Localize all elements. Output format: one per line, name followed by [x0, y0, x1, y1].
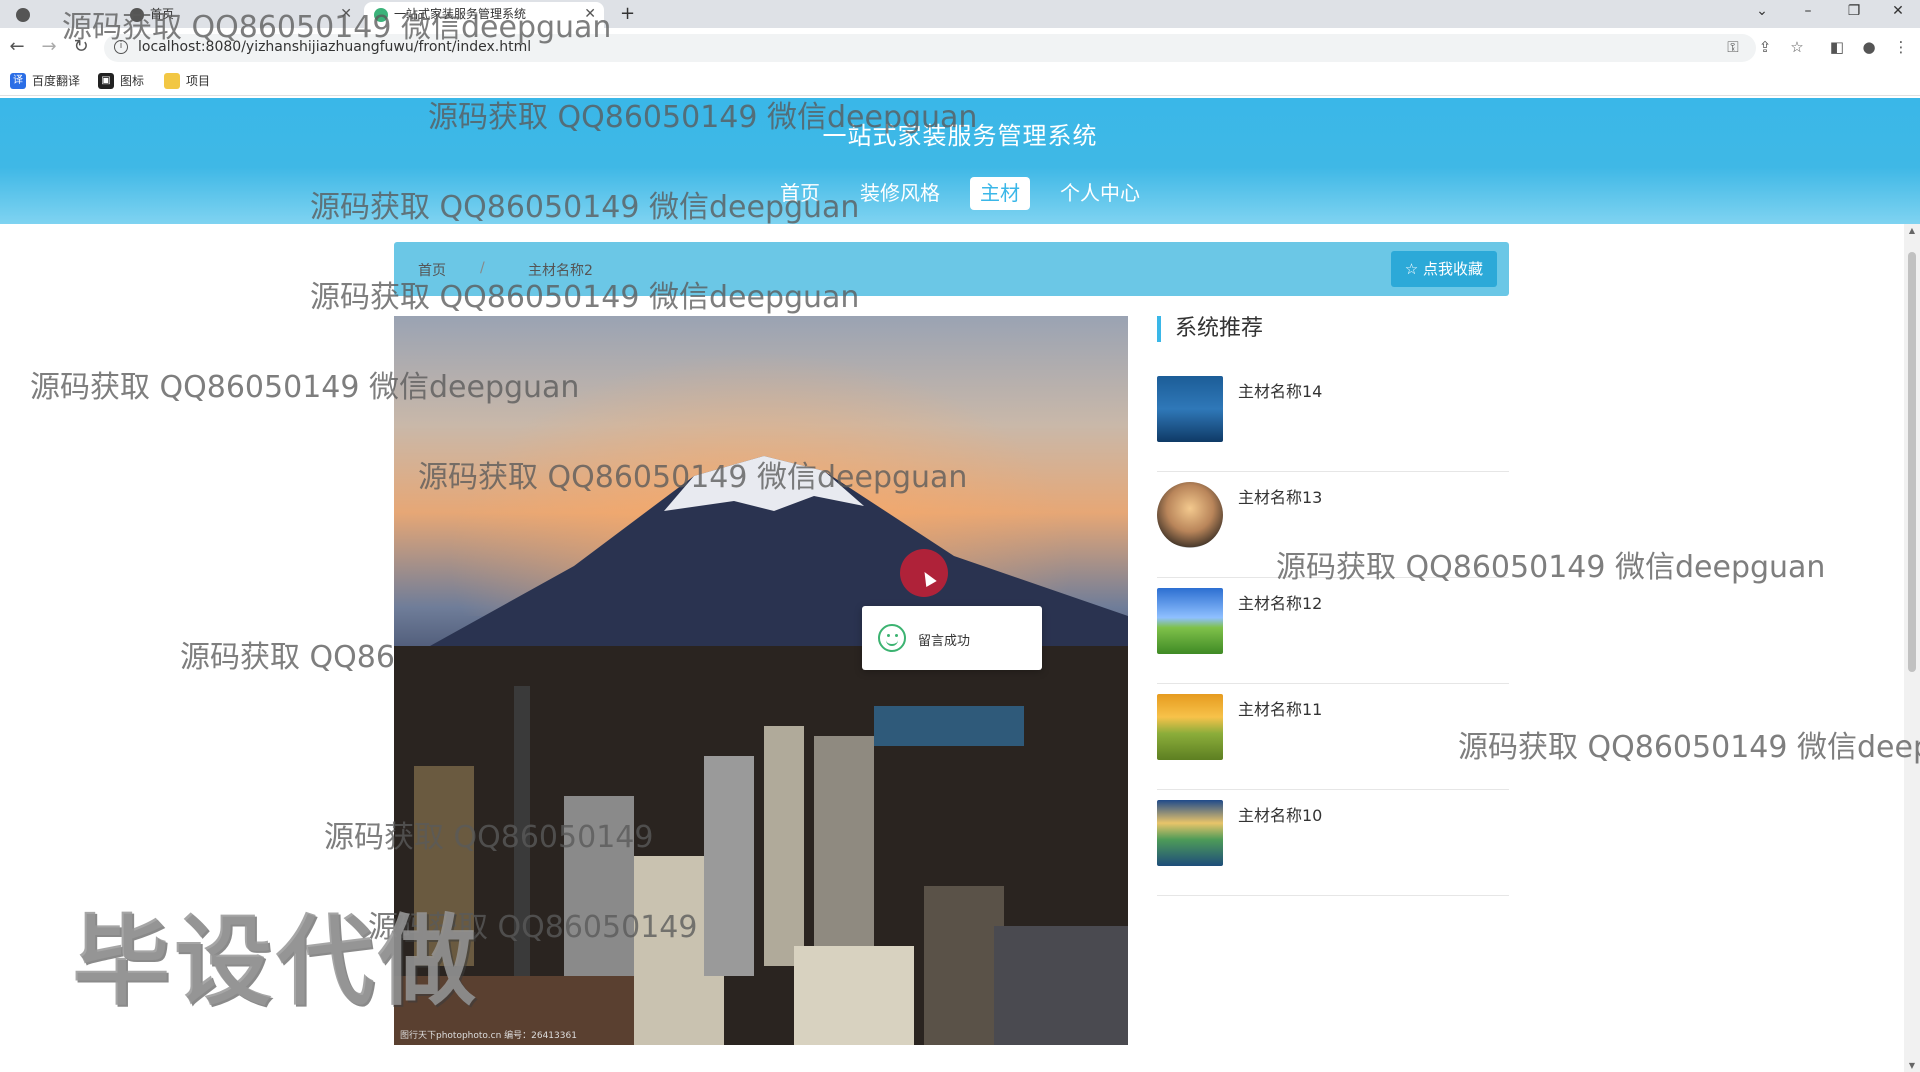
close-window-icon[interactable]: ✕ — [1876, 0, 1920, 28]
recommend-thumbnail[interactable] — [1157, 376, 1223, 442]
bookmark-label: 图标 — [120, 74, 145, 88]
profile-icon[interactable]: ● — [1858, 36, 1880, 58]
image-icon: ▣ — [98, 73, 114, 89]
bookmark-label: 项目 — [186, 74, 211, 88]
recommend-thumbnail[interactable] — [1157, 800, 1223, 866]
watermark: 源码获取 QQ86050149 微信deepguan — [62, 10, 612, 45]
bookmark-translate[interactable]: 译 百度翻译 — [10, 72, 80, 90]
bookmark-project[interactable]: 项目 — [164, 72, 210, 90]
sidebar-title: 系统推荐 — [1157, 316, 1263, 342]
globe-icon — [16, 8, 30, 22]
smile-icon — [878, 624, 906, 652]
watermark: 源码获取 QQ86050149 微信deepguan — [418, 460, 968, 495]
watermark: 源码获取 QQ86050149 微信deepguan — [1276, 550, 1826, 585]
tab-search-chevron-icon[interactable]: ⌄ — [1740, 0, 1784, 28]
scroll-down-icon[interactable]: ▼ — [1904, 1061, 1920, 1070]
recommend-item[interactable]: 主材名称14 — [1157, 366, 1509, 472]
key-icon[interactable]: ⚿ — [1722, 36, 1744, 58]
watermark: 源码获取 QQ86 — [180, 640, 395, 675]
recommend-name[interactable]: 主材名称12 — [1238, 590, 1322, 614]
watermark: 源码获取 QQ86050149 微信deep — [1458, 730, 1920, 765]
restore-icon[interactable]: ❐ — [1832, 0, 1876, 28]
watermark: 源码获取 QQ86050149 微信deepguan — [310, 190, 860, 225]
recommend-name[interactable]: 主材名称11 — [1238, 696, 1322, 720]
bookmark-label: 百度翻译 — [32, 74, 81, 88]
share-icon[interactable]: ⇪ — [1754, 36, 1776, 58]
toast-message: 留言成功 — [918, 634, 971, 649]
tab-search-icon[interactable] — [10, 2, 30, 28]
main-nav: 首页 装修风格 主材 个人中心 — [0, 177, 1920, 210]
side-panel-icon[interactable]: ◧ — [1826, 36, 1848, 58]
recommend-item[interactable]: 主材名称11 — [1157, 684, 1509, 790]
bookmark-icons[interactable]: ▣ 图标 — [98, 72, 144, 90]
watermark-large: 毕设代做 — [72, 905, 481, 1019]
favorite-button[interactable]: ☆ 点我收藏 — [1390, 251, 1497, 287]
watermark: 源码获取 QQ86050149 微信deepguan — [310, 280, 860, 315]
forward-icon[interactable]: → — [38, 36, 60, 58]
success-toast: 留言成功 — [862, 606, 1042, 670]
recommend-thumbnail[interactable] — [1157, 482, 1223, 548]
recommend-thumbnail[interactable] — [1157, 694, 1223, 760]
new-tab-button[interactable]: + — [612, 2, 643, 28]
scroll-up-icon[interactable]: ▲ — [1904, 226, 1920, 235]
nav-main-materials[interactable]: 主材 — [970, 177, 1030, 210]
recommend-item[interactable]: 主材名称12 — [1157, 578, 1509, 684]
back-icon[interactable]: ← — [6, 36, 28, 58]
scroll-thumb[interactable] — [1908, 252, 1916, 672]
recommend-name[interactable]: 主材名称14 — [1238, 378, 1322, 402]
folder-icon — [164, 73, 180, 89]
watermark: 源码获取 QQ86050149 — [324, 820, 654, 855]
recommend-list: 主材名称14 主材名称13 主材名称12 主材名称11 主材名称10 — [1157, 366, 1509, 896]
nav-personal-center[interactable]: 个人中心 — [1050, 177, 1150, 210]
menu-kebab-icon[interactable]: ⋮ — [1890, 36, 1912, 58]
nav-decoration-style[interactable]: 装修风格 — [850, 177, 950, 210]
recommend-thumbnail[interactable] — [1157, 588, 1223, 654]
bookmark-star-icon[interactable]: ☆ — [1786, 36, 1808, 58]
image-credit: 图行天下photophoto.cn 编号：26413361 — [400, 1031, 577, 1041]
minimize-icon[interactable]: – — [1786, 0, 1830, 28]
page-scrollbar[interactable]: ▲ ▼ — [1904, 224, 1920, 1072]
recommend-name[interactable]: 主材名称10 — [1238, 802, 1322, 826]
watermark: 源码获取 QQ86050149 微信deepguan — [428, 100, 978, 135]
recommend-item[interactable]: 主材名称10 — [1157, 790, 1509, 896]
translate-icon: 译 — [10, 73, 26, 89]
watermark: 源码获取 QQ86050149 微信deepguan — [30, 370, 580, 405]
recommend-name[interactable]: 主材名称13 — [1238, 484, 1322, 508]
